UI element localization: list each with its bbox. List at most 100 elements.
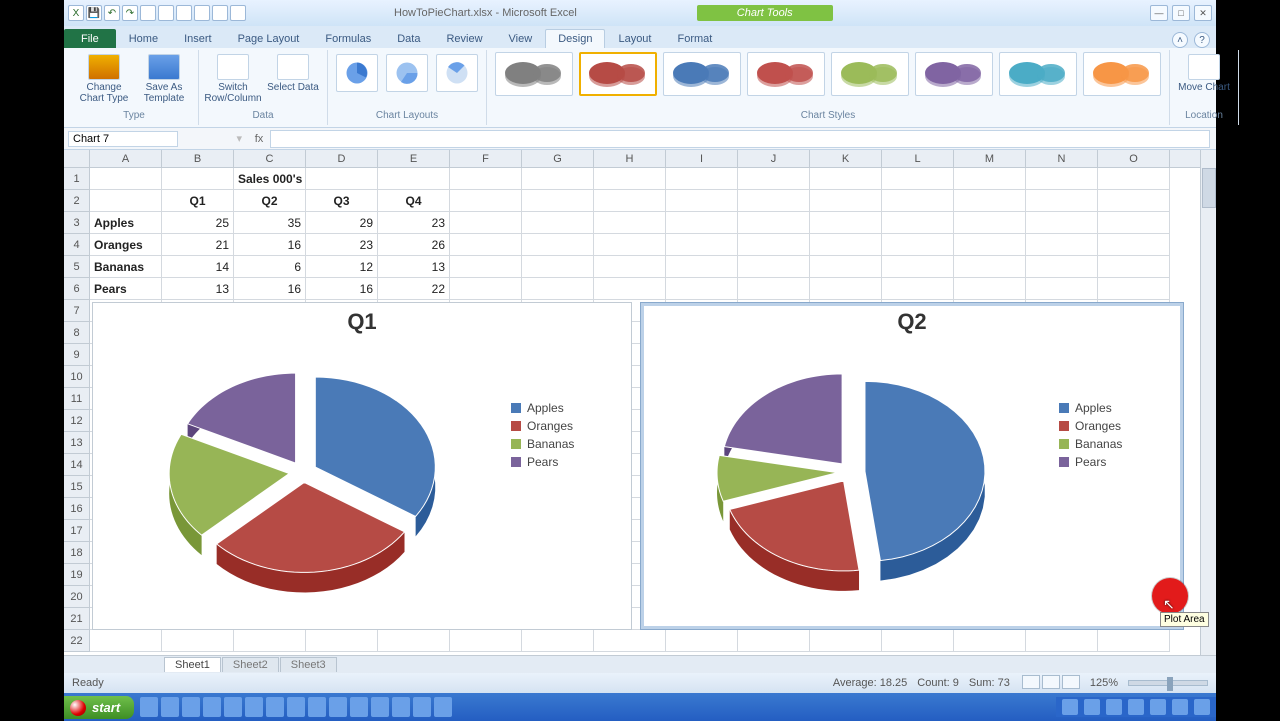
tray-icon[interactable] bbox=[1172, 699, 1188, 715]
taskbar-icon[interactable] bbox=[245, 697, 263, 717]
cell[interactable]: 13 bbox=[378, 256, 450, 278]
redo-icon[interactable]: ↷ bbox=[122, 5, 138, 21]
zoom-slider[interactable] bbox=[1128, 680, 1208, 686]
row-header[interactable]: 9 bbox=[64, 344, 90, 366]
cell[interactable] bbox=[738, 278, 810, 300]
cell[interactable] bbox=[954, 212, 1026, 234]
cell[interactable] bbox=[522, 212, 594, 234]
cell[interactable] bbox=[882, 278, 954, 300]
taskbar-icon[interactable] bbox=[161, 697, 179, 717]
cell[interactable] bbox=[882, 168, 954, 190]
cell[interactable] bbox=[666, 190, 738, 212]
row-header[interactable]: 21 bbox=[64, 608, 90, 630]
cell[interactable]: Bananas bbox=[90, 256, 162, 278]
cell[interactable] bbox=[738, 234, 810, 256]
cell[interactable] bbox=[1026, 234, 1098, 256]
move-chart-button[interactable]: Move Chart bbox=[1178, 54, 1230, 93]
cell[interactable] bbox=[954, 234, 1026, 256]
cell[interactable] bbox=[306, 168, 378, 190]
chart-style-thumb[interactable] bbox=[915, 52, 993, 96]
cell[interactable]: 26 bbox=[378, 234, 450, 256]
cell[interactable] bbox=[666, 256, 738, 278]
change-chart-type-button[interactable]: Change Chart Type bbox=[78, 54, 130, 104]
qat-icon[interactable] bbox=[230, 5, 246, 21]
cell[interactable] bbox=[1098, 168, 1170, 190]
view-buttons[interactable] bbox=[1020, 675, 1080, 692]
minimize-ribbon-icon[interactable]: ˄ bbox=[1172, 32, 1188, 48]
qat-icon[interactable] bbox=[158, 5, 174, 21]
zoom-level[interactable]: 125% bbox=[1090, 677, 1118, 689]
cell[interactable] bbox=[738, 168, 810, 190]
cell[interactable] bbox=[450, 256, 522, 278]
cell[interactable] bbox=[882, 234, 954, 256]
column-header[interactable]: H bbox=[594, 150, 666, 167]
cell[interactable]: Oranges bbox=[90, 234, 162, 256]
taskbar-icon[interactable] bbox=[329, 697, 347, 717]
taskbar-icon[interactable] bbox=[434, 697, 452, 717]
cell[interactable] bbox=[1026, 630, 1098, 652]
taskbar-icon[interactable] bbox=[350, 697, 368, 717]
chart-layout-1[interactable] bbox=[336, 54, 378, 92]
cell[interactable]: 12 bbox=[306, 256, 378, 278]
minimize-button[interactable]: — bbox=[1150, 5, 1168, 21]
start-button[interactable]: start bbox=[64, 696, 134, 719]
cell[interactable] bbox=[738, 630, 810, 652]
tray-icon[interactable] bbox=[1084, 699, 1100, 715]
cell[interactable] bbox=[450, 278, 522, 300]
cell[interactable]: Q1 bbox=[162, 190, 234, 212]
chart-layout-2[interactable] bbox=[386, 54, 428, 92]
chart-style-thumb[interactable] bbox=[747, 52, 825, 96]
cell[interactable] bbox=[1098, 190, 1170, 212]
cell[interactable] bbox=[738, 190, 810, 212]
cell[interactable] bbox=[1098, 212, 1170, 234]
cell[interactable] bbox=[594, 168, 666, 190]
row-header[interactable]: 14 bbox=[64, 454, 90, 476]
cell[interactable] bbox=[522, 630, 594, 652]
row-header[interactable]: 16 bbox=[64, 498, 90, 520]
cell[interactable] bbox=[594, 212, 666, 234]
cell[interactable] bbox=[1026, 256, 1098, 278]
cell[interactable]: Q3 bbox=[306, 190, 378, 212]
close-button[interactable]: ✕ bbox=[1194, 5, 1212, 21]
taskbar-icon[interactable] bbox=[308, 697, 326, 717]
cell[interactable] bbox=[90, 168, 162, 190]
cell[interactable] bbox=[522, 256, 594, 278]
column-header[interactable]: E bbox=[378, 150, 450, 167]
cell[interactable] bbox=[810, 278, 882, 300]
cell[interactable] bbox=[1098, 234, 1170, 256]
row-header[interactable]: 20 bbox=[64, 586, 90, 608]
row-header[interactable]: 1 bbox=[64, 168, 90, 190]
cell[interactable] bbox=[1098, 278, 1170, 300]
vertical-scrollbar[interactable] bbox=[1200, 150, 1216, 655]
row-header[interactable]: 13 bbox=[64, 432, 90, 454]
row-header[interactable]: 5 bbox=[64, 256, 90, 278]
column-header[interactable]: F bbox=[450, 150, 522, 167]
undo-icon[interactable]: ↶ bbox=[104, 5, 120, 21]
cell[interactable] bbox=[738, 212, 810, 234]
cell[interactable] bbox=[234, 630, 306, 652]
row-header[interactable]: 15 bbox=[64, 476, 90, 498]
qat-icon[interactable] bbox=[176, 5, 192, 21]
row-header[interactable]: 4 bbox=[64, 234, 90, 256]
formula-input[interactable] bbox=[270, 130, 1210, 148]
cell[interactable] bbox=[594, 234, 666, 256]
cell[interactable]: 16 bbox=[234, 234, 306, 256]
tab-file[interactable]: File bbox=[64, 29, 116, 48]
cell[interactable] bbox=[954, 630, 1026, 652]
fx-icon[interactable]: fx bbox=[248, 133, 270, 145]
help-icon[interactable]: ? bbox=[1194, 32, 1210, 48]
qat-icon[interactable] bbox=[212, 5, 228, 21]
row-header[interactable]: 18 bbox=[64, 542, 90, 564]
chart-style-thumb[interactable] bbox=[1083, 52, 1161, 96]
cell[interactable] bbox=[810, 234, 882, 256]
cell[interactable]: 21 bbox=[162, 234, 234, 256]
cell[interactable] bbox=[450, 168, 522, 190]
cell[interactable] bbox=[522, 278, 594, 300]
cell[interactable] bbox=[810, 168, 882, 190]
row-header[interactable]: 6 bbox=[64, 278, 90, 300]
row-header[interactable]: 8 bbox=[64, 322, 90, 344]
chart-q1[interactable]: Q1 ApplesOrangesBananasPears bbox=[92, 302, 632, 630]
cell[interactable] bbox=[378, 168, 450, 190]
cell[interactable]: 23 bbox=[306, 234, 378, 256]
cell[interactable]: 16 bbox=[234, 278, 306, 300]
